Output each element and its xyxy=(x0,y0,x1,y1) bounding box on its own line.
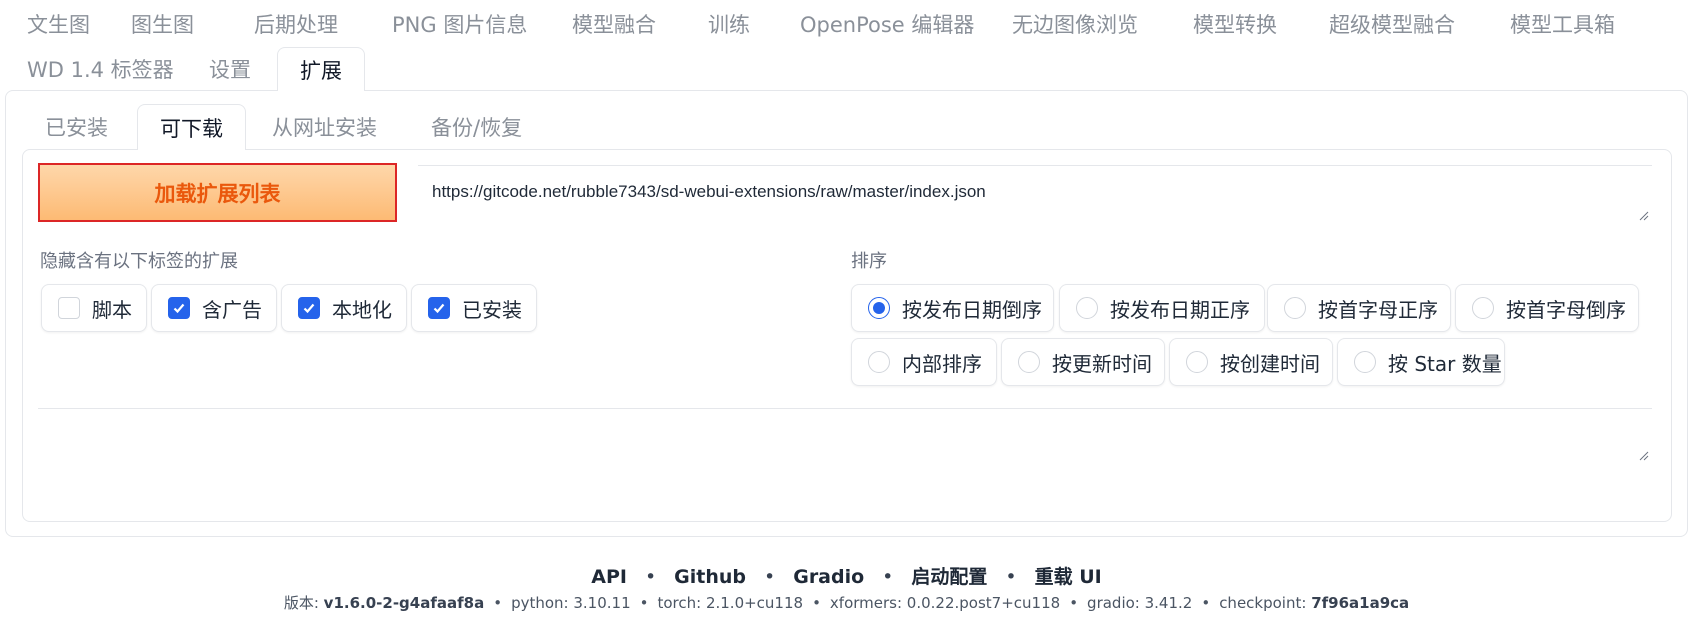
sort-option-stars[interactable]: 按 Star 数量 xyxy=(1337,338,1505,386)
sort-option-date-desc[interactable]: 按发布日期倒序 xyxy=(851,284,1054,332)
tab-super-merger[interactable]: 超级模型融合 xyxy=(1329,2,1455,46)
sort-option-label: 按更新时间 xyxy=(1052,351,1152,376)
checkpoint-label: checkpoint: xyxy=(1219,594,1307,612)
python-version: python: 3.10.11 xyxy=(511,594,631,612)
radio-icon[interactable] xyxy=(1018,351,1040,373)
tab-txt2img[interactable]: 文生图 xyxy=(27,2,90,46)
hide-tags-label: 隐藏含有以下标签的扩展 xyxy=(40,251,238,272)
tab-png-info[interactable]: PNG 图片信息 xyxy=(392,2,527,46)
hide-option-installed[interactable]: 已安装 xyxy=(411,284,537,332)
footer-version-info: 版本: v1.6.0-2-g4afaaf8a • python: 3.10.11 • t… xyxy=(283,594,1410,612)
hide-option-ads[interactable]: 含广告 xyxy=(151,284,277,332)
footer-link-gradio[interactable]: Gradio xyxy=(793,566,864,588)
sort-option-label: 按发布日期正序 xyxy=(1110,297,1250,322)
checkbox-checked-icon[interactable] xyxy=(168,297,190,319)
xformers-version: xformers: 0.0.22.post7+cu118 xyxy=(829,594,1061,612)
footer-link-api[interactable]: API xyxy=(591,566,627,588)
tab-install-from-url[interactable]: 从网址安装 xyxy=(272,104,377,150)
footer-separator: • xyxy=(764,566,776,588)
load-extension-list-button[interactable]: 加载扩展列表 xyxy=(38,163,397,222)
sort-option-created[interactable]: 按创建时间 xyxy=(1169,338,1333,386)
hide-option-label: 已安装 xyxy=(462,297,522,322)
checkpoint-value: 7f96a1a9ca xyxy=(1311,594,1410,612)
radio-selected-icon[interactable] xyxy=(868,297,890,319)
sort-option-label: 按首字母倒序 xyxy=(1506,297,1626,322)
footer-separator: • xyxy=(644,566,657,588)
radio-icon[interactable] xyxy=(1284,297,1306,319)
checkbox-icon[interactable] xyxy=(58,297,80,319)
radio-icon[interactable] xyxy=(1076,297,1098,319)
version-label: 版本: xyxy=(283,594,319,612)
tab-img2img[interactable]: 图生图 xyxy=(131,2,194,46)
tab-extensions[interactable]: 扩展 xyxy=(277,47,365,91)
sort-option-label: 按 Star 数量 xyxy=(1388,351,1502,376)
sort-option-updated[interactable]: 按更新时间 xyxy=(1001,338,1165,386)
radio-icon[interactable] xyxy=(868,351,890,373)
sort-option-internal[interactable]: 内部排序 xyxy=(851,338,997,386)
footer-separator: • xyxy=(1005,566,1017,588)
tab-available[interactable]: 可下载 xyxy=(137,104,246,150)
sort-label: 排序 xyxy=(851,251,887,272)
hide-option-label: 含广告 xyxy=(202,297,262,322)
tab-extras[interactable]: 后期处理 xyxy=(254,2,338,46)
tab-backup-restore[interactable]: 备份/恢复 xyxy=(431,104,522,150)
sort-option-date-asc[interactable]: 按发布日期正序 xyxy=(1059,284,1265,332)
radio-icon[interactable] xyxy=(1354,351,1376,373)
checkbox-checked-icon[interactable] xyxy=(428,297,450,319)
tab-installed[interactable]: 已安装 xyxy=(45,104,108,150)
extension-list-output[interactable] xyxy=(38,408,1652,464)
gradio-version: gradio: 3.41.2 xyxy=(1087,594,1193,612)
footer-link-github[interactable]: Github xyxy=(674,566,746,588)
tab-checkpoint-merger[interactable]: 模型融合 xyxy=(572,2,656,46)
sort-option-label: 内部排序 xyxy=(902,351,982,376)
resize-handle-icon[interactable] xyxy=(1639,211,1649,221)
footer-link-startup-profile[interactable]: 启动配置 xyxy=(911,566,987,588)
sort-option-label: 按首字母正序 xyxy=(1318,297,1438,322)
extension-index-url-value: https://gitcode.net/rubble7343/sd-webui-… xyxy=(432,182,986,201)
radio-icon[interactable] xyxy=(1472,297,1494,319)
hide-option-label: 本地化 xyxy=(332,297,392,322)
tab-wd14-tagger[interactable]: WD 1.4 标签器 xyxy=(27,47,174,91)
sort-option-label: 按创建时间 xyxy=(1220,351,1320,376)
tab-train[interactable]: 训练 xyxy=(708,2,750,46)
tab-infinite-image-browsing[interactable]: 无边图像浏览 xyxy=(1012,2,1138,46)
resize-handle-icon[interactable] xyxy=(1639,451,1649,461)
checkbox-checked-icon[interactable] xyxy=(298,297,320,319)
tab-openpose-editor[interactable]: OpenPose 编辑器 xyxy=(800,2,974,46)
sort-option-alpha-asc[interactable]: 按首字母正序 xyxy=(1267,284,1451,332)
version-value: v1.6.0-2-g4afaaf8a xyxy=(323,594,485,612)
torch-version: torch: 2.1.0+cu118 xyxy=(657,594,804,612)
footer-links: API • Github • Gradio • 启动配置 • 重载 UI xyxy=(0,562,1693,589)
sort-option-label: 按发布日期倒序 xyxy=(902,297,1042,322)
tab-model-converter[interactable]: 模型转换 xyxy=(1193,2,1277,46)
footer-link-reload-ui[interactable]: 重载 UI xyxy=(1035,566,1102,588)
hide-option-label: 脚本 xyxy=(92,297,132,322)
sort-option-alpha-desc[interactable]: 按首字母倒序 xyxy=(1455,284,1639,332)
footer-separator: • xyxy=(882,566,894,588)
radio-icon[interactable] xyxy=(1186,351,1208,373)
tab-model-toolkit[interactable]: 模型工具箱 xyxy=(1510,2,1615,46)
tab-settings[interactable]: 设置 xyxy=(209,47,251,91)
hide-option-localization[interactable]: 本地化 xyxy=(281,284,407,332)
extension-index-url-field[interactable]: https://gitcode.net/rubble7343/sd-webui-… xyxy=(418,165,1652,224)
hide-option-script[interactable]: 脚本 xyxy=(41,284,147,332)
